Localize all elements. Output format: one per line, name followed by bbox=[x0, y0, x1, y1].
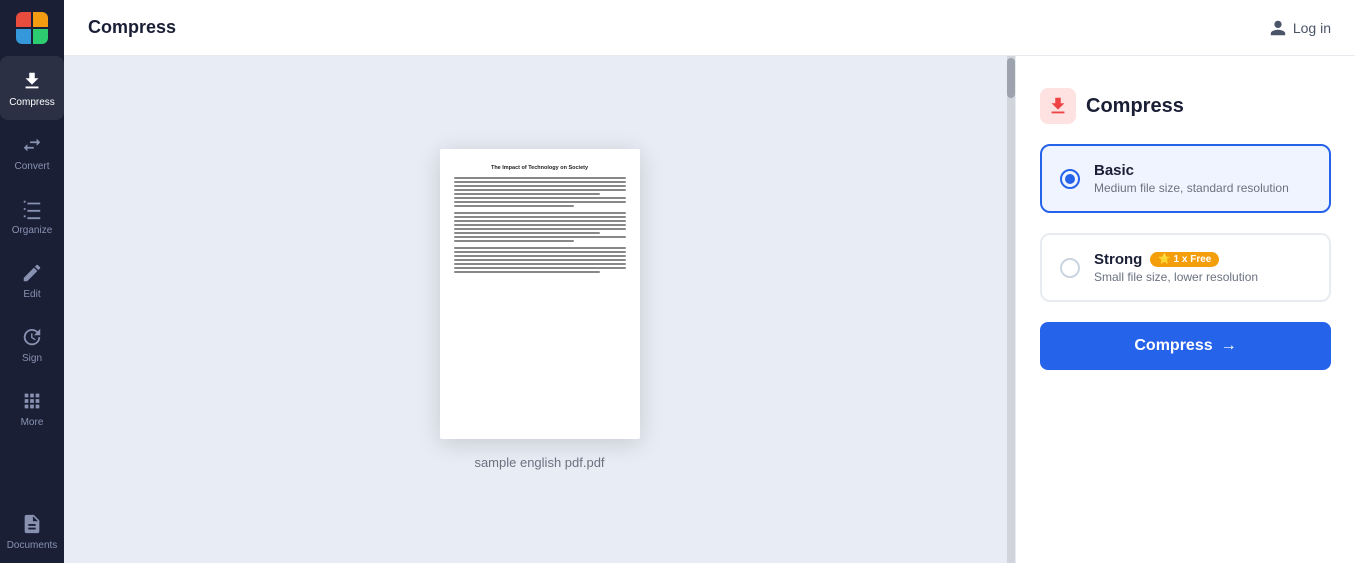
option-basic-name: Basic bbox=[1094, 162, 1311, 179]
pdf-line bbox=[454, 216, 626, 218]
app-logo bbox=[0, 0, 64, 56]
content-area: The Impact of Technology on Society bbox=[64, 56, 1355, 563]
panel-header: Compress bbox=[1040, 88, 1331, 124]
pdf-line bbox=[454, 220, 626, 222]
logo-q2 bbox=[33, 12, 48, 27]
sign-icon bbox=[20, 325, 44, 349]
sidebar-label-compress: Compress bbox=[9, 97, 55, 108]
pdf-line bbox=[454, 240, 574, 242]
main-area: Compress Log in The Impact of Technology… bbox=[64, 0, 1355, 563]
user-icon bbox=[1269, 19, 1287, 37]
sidebar-item-organize[interactable]: Organize bbox=[0, 184, 64, 248]
compress-button-label: Compress bbox=[1134, 337, 1212, 355]
pdf-preview: The Impact of Technology on Society bbox=[440, 149, 640, 439]
pdf-line bbox=[454, 267, 626, 269]
option-basic[interactable]: Basic Medium file size, standard resolut… bbox=[1040, 144, 1331, 213]
pdf-para-2 bbox=[454, 212, 626, 242]
more-icon bbox=[20, 389, 44, 413]
option-basic-text: Basic Medium file size, standard resolut… bbox=[1094, 162, 1311, 195]
login-button[interactable]: Log in bbox=[1269, 19, 1331, 37]
logo-q4 bbox=[33, 29, 48, 44]
preview-scrollbar[interactable] bbox=[1007, 56, 1015, 563]
logo-grid bbox=[16, 12, 48, 44]
pdf-line bbox=[454, 271, 600, 273]
page-title: Compress bbox=[88, 17, 176, 38]
radio-strong bbox=[1060, 258, 1080, 278]
sidebar-label-more: More bbox=[21, 417, 44, 428]
panel-title: Compress bbox=[1086, 95, 1184, 118]
logo-q3 bbox=[16, 29, 31, 44]
pdf-line bbox=[454, 197, 626, 199]
compress-panel-icon bbox=[1047, 95, 1069, 117]
pdf-para-1 bbox=[454, 177, 626, 207]
sidebar-item-documents[interactable]: Documents bbox=[0, 499, 64, 563]
pdf-line bbox=[454, 177, 626, 179]
sidebar-item-sign[interactable]: Sign bbox=[0, 312, 64, 376]
pdf-line bbox=[454, 189, 626, 191]
sidebar: Compress Convert Organize Edit Sign More bbox=[0, 0, 64, 563]
login-label: Log in bbox=[1293, 20, 1331, 36]
documents-icon bbox=[20, 512, 44, 536]
sidebar-label-convert: Convert bbox=[14, 161, 49, 172]
pdf-document-title: The Impact of Technology on Society bbox=[454, 165, 626, 171]
convert-icon bbox=[20, 133, 44, 157]
pdf-line bbox=[454, 228, 626, 230]
compress-button[interactable]: Compress → bbox=[1040, 322, 1331, 370]
header: Compress Log in bbox=[64, 0, 1355, 56]
radio-basic-inner bbox=[1065, 174, 1075, 184]
logo-q1 bbox=[16, 12, 31, 27]
organize-icon bbox=[20, 197, 44, 221]
pdf-line bbox=[454, 212, 626, 214]
pdf-line bbox=[454, 232, 600, 234]
option-strong-text: Strong ⭐ 1 x Free Small file size, lower… bbox=[1094, 251, 1311, 284]
sidebar-label-edit: Edit bbox=[23, 289, 40, 300]
sidebar-label-documents: Documents bbox=[7, 540, 58, 551]
pdf-line bbox=[454, 251, 626, 253]
option-basic-desc: Medium file size, standard resolution bbox=[1094, 181, 1311, 195]
pdf-para-3 bbox=[454, 247, 626, 273]
strong-badge: ⭐ 1 x Free bbox=[1150, 252, 1219, 267]
sidebar-item-edit[interactable]: Edit bbox=[0, 248, 64, 312]
preview-area: The Impact of Technology on Society bbox=[64, 56, 1015, 563]
scrollbar-thumb bbox=[1007, 58, 1015, 98]
pdf-line bbox=[454, 201, 626, 203]
pdf-line bbox=[454, 224, 626, 226]
preview-filename: sample english pdf.pdf bbox=[474, 455, 604, 470]
sidebar-label-sign: Sign bbox=[22, 353, 42, 364]
compress-icon bbox=[20, 69, 44, 93]
pdf-line bbox=[454, 259, 626, 261]
pdf-line bbox=[454, 236, 626, 238]
sidebar-label-organize: Organize bbox=[12, 225, 53, 236]
option-strong[interactable]: Strong ⭐ 1 x Free Small file size, lower… bbox=[1040, 233, 1331, 302]
pdf-line bbox=[454, 255, 626, 257]
pdf-line bbox=[454, 205, 574, 207]
pdf-line bbox=[454, 185, 626, 187]
sidebar-item-compress[interactable]: Compress bbox=[0, 56, 64, 120]
right-panel: Compress Basic Medium file size, standar… bbox=[1015, 56, 1355, 563]
option-strong-name: Strong ⭐ 1 x Free bbox=[1094, 251, 1311, 268]
radio-basic bbox=[1060, 169, 1080, 189]
pdf-line bbox=[454, 247, 626, 249]
pdf-line bbox=[454, 193, 600, 195]
compress-button-arrow: → bbox=[1221, 337, 1237, 355]
sidebar-item-convert[interactable]: Convert bbox=[0, 120, 64, 184]
pdf-line bbox=[454, 263, 626, 265]
option-strong-desc: Small file size, lower resolution bbox=[1094, 270, 1311, 284]
sidebar-item-more[interactable]: More bbox=[0, 376, 64, 440]
pdf-line bbox=[454, 181, 626, 183]
panel-icon-wrap bbox=[1040, 88, 1076, 124]
edit-icon bbox=[20, 261, 44, 285]
